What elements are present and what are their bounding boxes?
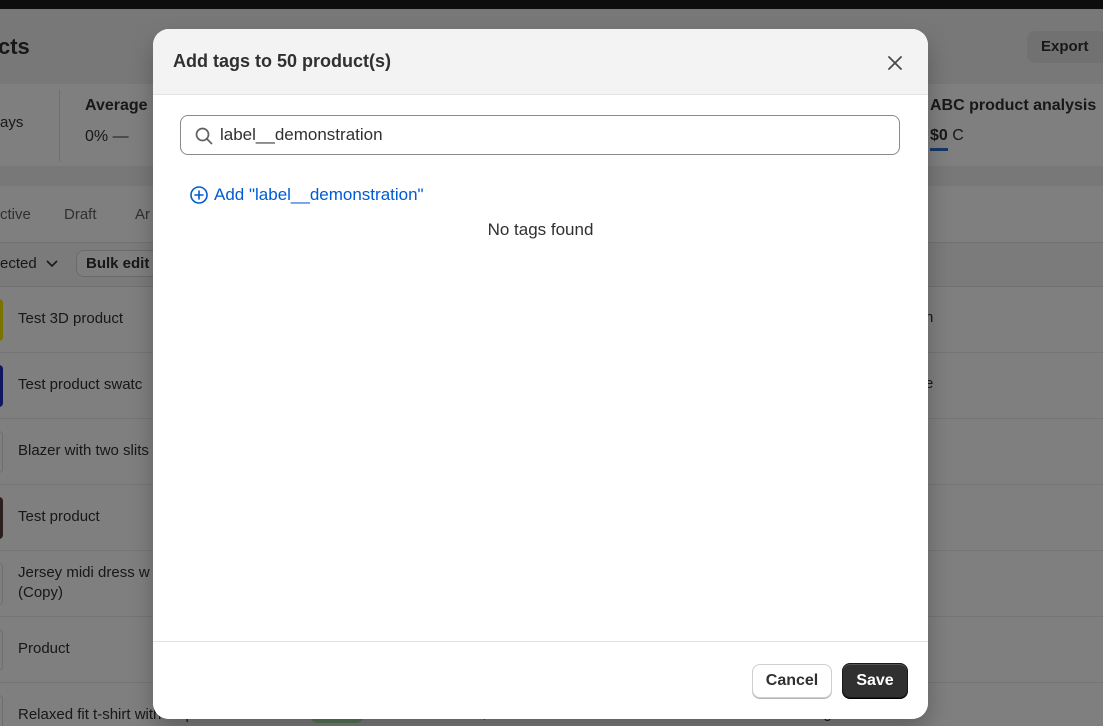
add-tag-label: Add "label__demonstration"	[214, 185, 424, 204]
empty-state-text: No tags found	[487, 220, 594, 239]
tag-search-input[interactable]	[220, 116, 880, 154]
modal-footer: Cancel Save	[153, 641, 928, 719]
plus-circle-icon	[190, 186, 208, 204]
modal-title: Add tags to 50 product(s)	[173, 51, 392, 71]
close-icon[interactable]	[881, 49, 909, 77]
modal-header: Add tags to 50 product(s)	[153, 29, 928, 95]
cancel-button[interactable]: Cancel	[752, 664, 832, 698]
save-button[interactable]: Save	[842, 663, 908, 698]
add-tags-modal: Add tags to 50 product(s) Add "label__de…	[153, 29, 928, 719]
tag-search-field[interactable]	[180, 115, 900, 155]
add-tag-button[interactable]: Add "label__demonstration"	[189, 185, 424, 205]
search-icon	[195, 127, 213, 145]
